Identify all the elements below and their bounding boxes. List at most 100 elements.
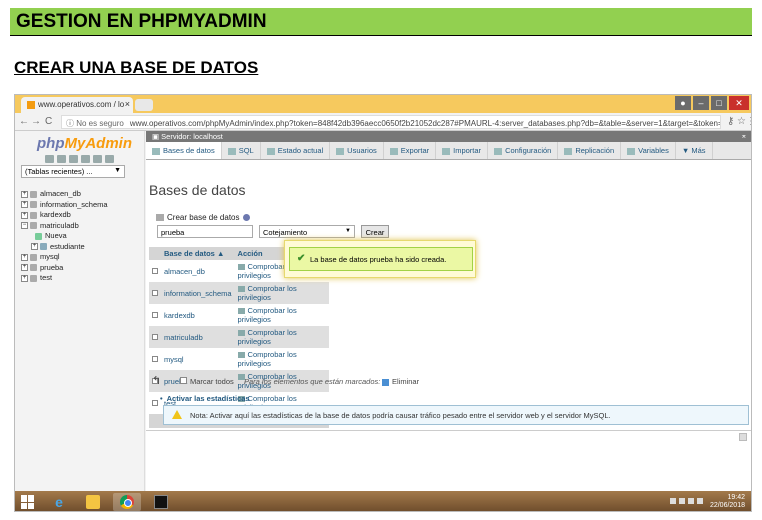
- security-indicator[interactable]: ⓘ No es seguro: [66, 119, 124, 128]
- check-privileges-link[interactable]: Comprobar los privilegios: [238, 306, 297, 324]
- row-checkbox[interactable]: [152, 267, 158, 274]
- tab-variables[interactable]: Variables: [621, 142, 676, 159]
- star-icon[interactable]: ☆: [737, 116, 746, 127]
- collapse-icon[interactable]: ⌅: [741, 131, 747, 140]
- db-name-link[interactable]: almacen_db: [161, 260, 235, 282]
- console-icon[interactable]: [739, 433, 747, 441]
- logout-icon[interactable]: [57, 155, 66, 163]
- tab-export[interactable]: Exportar: [384, 142, 437, 159]
- create-button[interactable]: Crear: [361, 225, 389, 238]
- tab-databases[interactable]: Bases de datos: [146, 142, 222, 159]
- enable-stats-link[interactable]: • Activar las estadísticas: [160, 394, 250, 403]
- maximize-icon[interactable]: □: [711, 96, 727, 110]
- tray-chevron-icon[interactable]: [670, 498, 676, 504]
- enable-stats-label: Activar las estadísticas: [166, 394, 250, 403]
- expand-icon[interactable]: +: [21, 274, 28, 282]
- help-icon[interactable]: [81, 155, 90, 163]
- expand-icon[interactable]: +: [31, 243, 38, 251]
- server-label[interactable]: Servidor: localhost: [161, 132, 223, 141]
- url-input[interactable]: ⓘ No es seguro www.operativos.com/phpMyAd…: [61, 115, 721, 129]
- delete-button[interactable]: Eliminar: [382, 377, 419, 386]
- mark-all-label[interactable]: Marcar todos: [190, 377, 234, 386]
- close-window-icon[interactable]: ✕: [729, 96, 749, 110]
- tab-sql[interactable]: SQL: [222, 142, 261, 159]
- forward-icon[interactable]: →: [31, 116, 41, 127]
- row-checkbox[interactable]: [152, 289, 158, 296]
- settings-icon[interactable]: [105, 155, 114, 163]
- chrome-icon: [120, 495, 134, 509]
- row-checkbox[interactable]: [152, 333, 158, 340]
- tree-item-almacen-db[interactable]: + almacen_db: [21, 189, 108, 200]
- check-privileges-link[interactable]: Comprobar los privilegios: [238, 350, 297, 368]
- row-checkbox[interactable]: [152, 355, 158, 362]
- tab-status[interactable]: Estado actual: [261, 142, 331, 159]
- tab-label: Importar: [453, 146, 482, 155]
- network-icon[interactable]: [679, 498, 685, 504]
- taskbar-ie[interactable]: e: [45, 493, 73, 511]
- db-name-link[interactable]: kardexdb: [161, 304, 235, 326]
- tree-item-prueba[interactable]: + prueba: [21, 263, 108, 274]
- battery-icon[interactable]: [688, 498, 694, 504]
- taskbar-file-explorer[interactable]: [79, 493, 107, 511]
- user-icon[interactable]: ●: [675, 96, 691, 110]
- tree-item-kardexdb[interactable]: + kardexdb: [21, 210, 108, 221]
- table-row: matriculadb Comprobar los privilegios: [149, 326, 329, 348]
- expand-icon[interactable]: +: [21, 201, 28, 209]
- expand-icon[interactable]: +: [21, 264, 28, 272]
- reload-icon[interactable]: C: [45, 116, 52, 127]
- tab-settings[interactable]: Configuración: [488, 142, 559, 159]
- tree-item-mysql[interactable]: + mysql: [21, 252, 108, 263]
- volume-icon[interactable]: [697, 498, 703, 504]
- browser-tab[interactable]: www.operativos.com / lo ×: [21, 97, 133, 113]
- table-row: kardexdb Comprobar los privilegios: [149, 304, 329, 326]
- db-name-link[interactable]: matriculadb: [161, 326, 235, 348]
- tab-replication[interactable]: Replicación: [558, 142, 622, 159]
- query-icon[interactable]: [69, 155, 78, 163]
- tree-item-estudiante[interactable]: + estudiante: [21, 242, 108, 253]
- taskbar-cmd[interactable]: [147, 493, 175, 511]
- mark-all-checkbox[interactable]: [180, 377, 187, 384]
- tab-import[interactable]: Importar: [436, 142, 489, 159]
- tab-label: SQL: [238, 146, 254, 155]
- check-privileges-link[interactable]: Comprobar los privilegios: [238, 328, 297, 346]
- expand-icon[interactable]: +: [21, 190, 28, 198]
- tab-close-icon[interactable]: ×: [125, 99, 130, 109]
- minimize-icon[interactable]: –: [693, 96, 709, 110]
- tree-item-matriculadb[interactable]: − matriculadb: [21, 221, 108, 232]
- tree-item-nueva[interactable]: Nueva: [21, 231, 108, 242]
- collation-select[interactable]: Cotejamiento ▼: [259, 225, 355, 238]
- pma-logo[interactable]: phpMyAdmin: [37, 135, 132, 152]
- docs-icon[interactable]: [93, 155, 102, 163]
- variables-icon: [627, 147, 636, 155]
- row-checkbox[interactable]: [152, 399, 158, 406]
- back-icon[interactable]: ←: [19, 116, 29, 127]
- expand-icon[interactable]: +: [21, 253, 28, 261]
- tree-label: estudiante: [50, 241, 85, 251]
- check-privileges-link[interactable]: Comprobar los privilegios: [238, 284, 297, 302]
- key-icon[interactable]: ⚷: [727, 116, 734, 127]
- tab-users[interactable]: Usuarios: [330, 142, 384, 159]
- tree-item-test[interactable]: + test: [21, 273, 108, 284]
- tab-more[interactable]: ▼ Más: [676, 142, 713, 159]
- new-tab-button[interactable]: [135, 99, 153, 111]
- tree-item-information-schema[interactable]: + information_schema: [21, 200, 108, 211]
- clock[interactable]: 19:42 22/06/2018: [710, 494, 745, 510]
- database-icon: [30, 211, 37, 219]
- db-name-link[interactable]: mysql: [161, 348, 235, 370]
- taskbar-chrome[interactable]: [113, 493, 141, 511]
- menu-icon[interactable]: ⋮: [746, 116, 751, 127]
- home-icon[interactable]: [45, 155, 54, 163]
- row-checkbox[interactable]: [152, 311, 158, 318]
- collapse-icon[interactable]: −: [21, 222, 28, 230]
- database-icon: [30, 253, 37, 261]
- column-header-database[interactable]: Base de datos ▲: [161, 247, 235, 260]
- db-name-input[interactable]: prueba: [157, 225, 253, 238]
- create-db-text: Crear base de datos: [167, 213, 240, 222]
- windows-start-icon[interactable]: [21, 495, 35, 509]
- help-icon[interactable]: [242, 214, 250, 222]
- users-icon: [336, 147, 345, 155]
- db-name-link[interactable]: information_schema: [161, 282, 235, 304]
- expand-icon[interactable]: +: [21, 211, 28, 219]
- url-text: www.operativos.com/phpMyAdmin/index.php?…: [129, 119, 721, 128]
- recent-tables-select[interactable]: (Tablas recientes) ... ▼: [21, 165, 125, 178]
